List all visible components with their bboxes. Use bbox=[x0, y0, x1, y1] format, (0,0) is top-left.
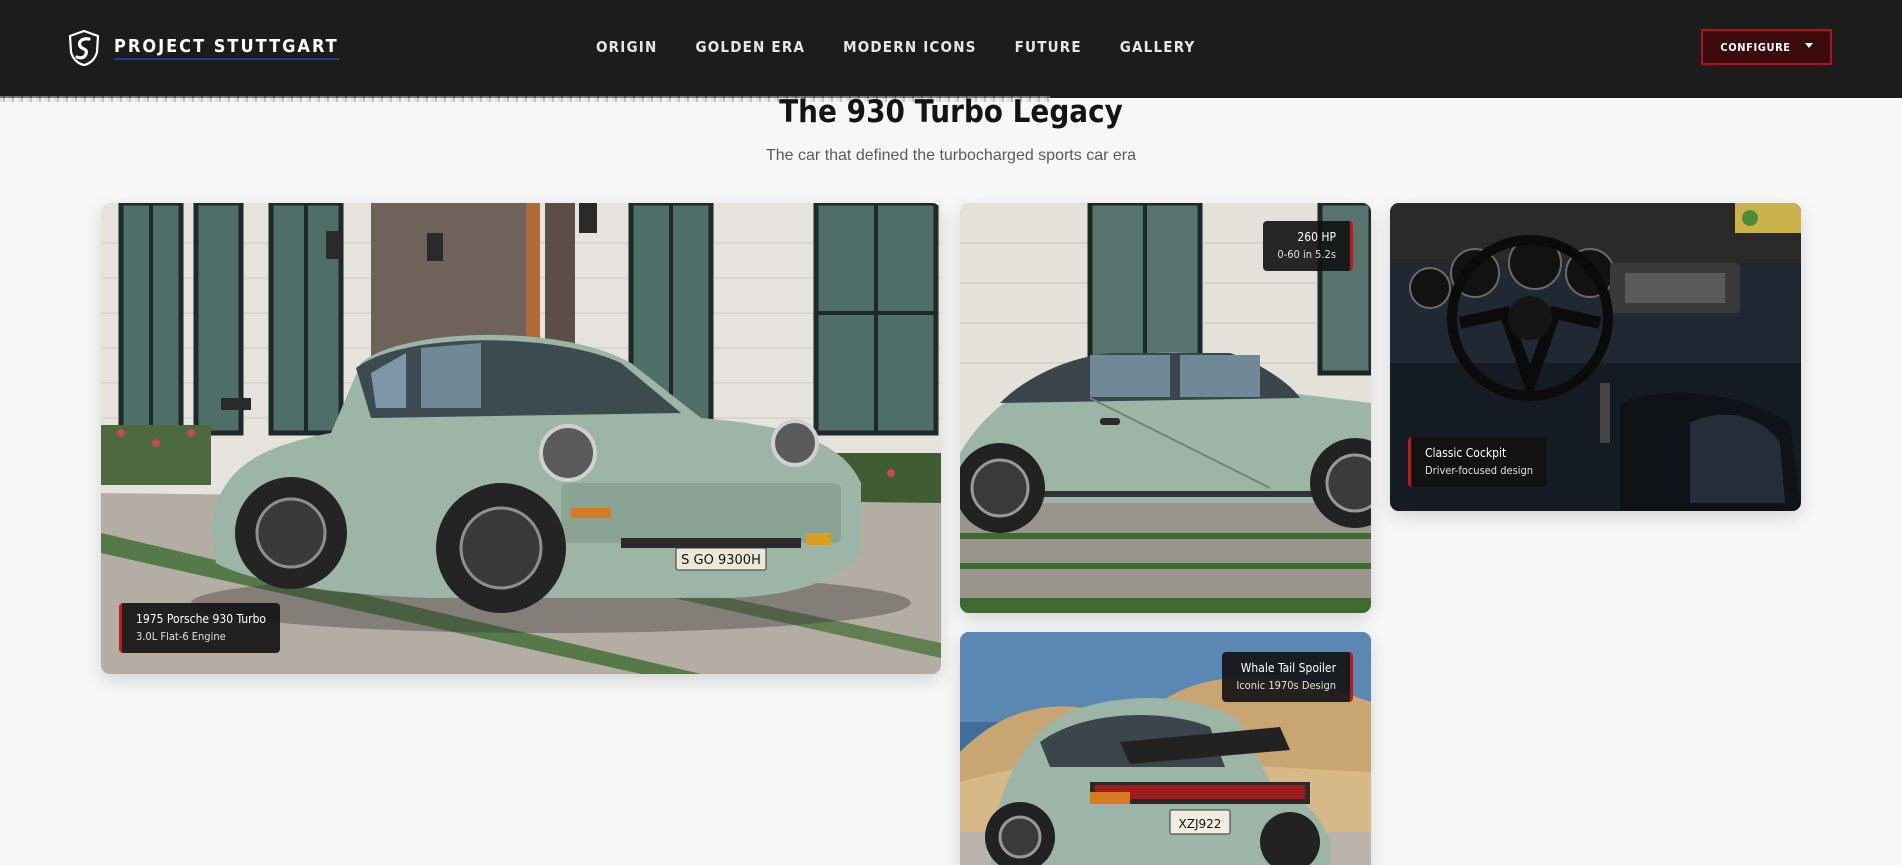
front-plate-text: S GO 9300H bbox=[681, 553, 761, 568]
caption-rear: Whale Tail Spoiler Iconic 1970s Design bbox=[1222, 652, 1353, 702]
caption-cockpit-subtitle: Driver-focused design bbox=[1425, 464, 1534, 477]
brand-name: PROJECT STUTTGART bbox=[114, 36, 339, 60]
gallery-card-rear[interactable]: XZJ922 Whale Tail Spoiler Iconic 1970s D… bbox=[960, 632, 1371, 865]
nav-modern-icons[interactable]: MODERN ICONS bbox=[843, 38, 977, 56]
configure-label: CONFIGURE bbox=[1720, 40, 1791, 54]
caption-main: 1975 Porsche 930 Turbo 3.0L Flat-6 Engin… bbox=[119, 603, 281, 653]
caption-main-subtitle: 3.0L Flat-6 Engine bbox=[136, 630, 226, 643]
caption-side-subtitle: 0-60 in 5.2s bbox=[1277, 248, 1336, 261]
section-subtitle: The car that defined the turbocharged sp… bbox=[766, 147, 1136, 164]
caption-main-title: 1975 Porsche 930 Turbo bbox=[136, 612, 267, 626]
section-title: The 930 Turbo Legacy bbox=[779, 94, 1123, 130]
gallery-card-main[interactable]: S GO 9300H 1975 Porsche 930 Turbo 3.0L F… bbox=[101, 203, 941, 674]
caption-side: 260 HP 0-60 in 5.2s bbox=[1263, 221, 1353, 271]
caption-cockpit: Classic Cockpit Driver-focused design bbox=[1408, 437, 1548, 487]
rear-plate-text: XZJ922 bbox=[1179, 817, 1222, 831]
top-navbar: PROJECT STUTTGART ORIGIN GOLDEN ERA MODE… bbox=[0, 0, 1902, 102]
shield-logo-icon bbox=[68, 30, 100, 66]
main-nav: ORIGIN GOLDEN ERA MODERN ICONS FUTURE GA… bbox=[596, 38, 1195, 56]
caption-rear-title: Whale Tail Spoiler bbox=[1240, 661, 1336, 675]
gallery-card-cockpit[interactable]: Classic Cockpit Driver-focused design bbox=[1390, 203, 1801, 511]
caption-rear-subtitle: Iconic 1970s Design bbox=[1236, 679, 1336, 692]
nav-origin[interactable]: ORIGIN bbox=[596, 38, 657, 56]
caption-cockpit-title: Classic Cockpit bbox=[1425, 446, 1507, 460]
caret-down-icon bbox=[1804, 42, 1813, 48]
nav-gallery[interactable]: GALLERY bbox=[1120, 38, 1196, 56]
configure-button[interactable]: CONFIGURE bbox=[1701, 29, 1832, 65]
nav-future[interactable]: FUTURE bbox=[1015, 38, 1082, 56]
caption-side-title: 260 HP bbox=[1297, 230, 1336, 244]
gallery-card-side[interactable]: 260 HP 0-60 in 5.2s bbox=[960, 203, 1371, 613]
brand[interactable]: PROJECT STUTTGART bbox=[68, 30, 339, 66]
nav-golden-era[interactable]: GOLDEN ERA bbox=[695, 38, 805, 56]
